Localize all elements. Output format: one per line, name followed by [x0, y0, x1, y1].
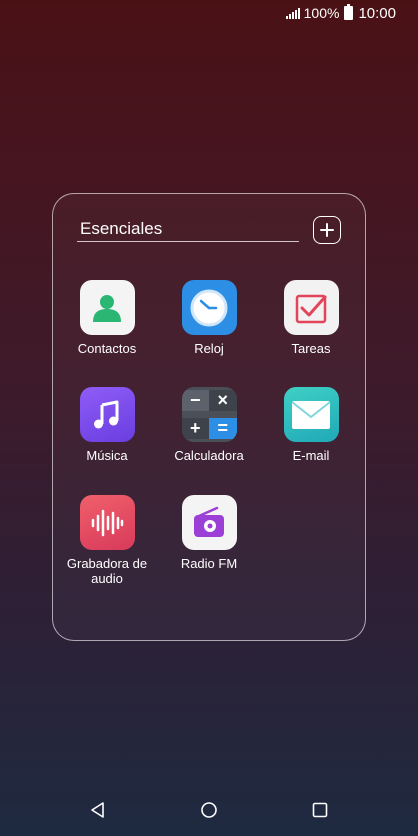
app-label: Radio FM [180, 556, 238, 571]
app-label: Tareas [291, 341, 331, 356]
app-folder: Esenciales Contactos Reloj Tareas Música… [52, 193, 366, 641]
app-clock[interactable]: Reloj [159, 280, 259, 356]
app-tasks[interactable]: Tareas [261, 280, 361, 356]
battery-percent: 100% [303, 5, 340, 21]
app-label: Calculadora [174, 448, 244, 463]
app-label: E-mail [292, 448, 330, 463]
music-icon [79, 387, 135, 442]
clock-time: 10:00 [358, 4, 396, 22]
app-label: Grabadora de audio [66, 556, 148, 586]
clock-icon [181, 280, 237, 335]
app-contacts[interactable]: Contactos [57, 280, 157, 356]
battery-icon [344, 4, 354, 20]
app-radio-fm[interactable]: Radio FM [159, 495, 259, 571]
audio-recorder-icon [79, 495, 135, 550]
home-button[interactable] [197, 798, 221, 822]
recents-icon [312, 802, 328, 818]
app-music[interactable]: Música [57, 387, 157, 463]
app-label: Música [86, 448, 128, 463]
app-calculator[interactable]: − × + = Calculadora [159, 387, 259, 463]
app-label: Reloj [194, 341, 224, 356]
app-email[interactable]: E-mail [261, 387, 361, 463]
recents-button[interactable] [308, 798, 332, 822]
status-bar: 100% 10:00 [0, 0, 418, 26]
navigation-bar [0, 784, 418, 836]
back-button[interactable] [86, 798, 110, 822]
plus-icon [320, 223, 334, 237]
app-label: Contactos [77, 341, 137, 356]
contacts-icon [79, 280, 135, 335]
app-audio-recorder[interactable]: Grabadora de audio [57, 495, 157, 586]
radio-icon [181, 495, 237, 550]
tasks-icon [283, 280, 339, 335]
folder-title[interactable]: Esenciales [77, 218, 299, 242]
add-app-button[interactable] [313, 216, 341, 244]
email-icon [283, 387, 339, 442]
back-icon [91, 802, 104, 818]
signal-icon [285, 7, 300, 19]
calculator-icon: − × + = [181, 387, 237, 442]
home-icon [201, 802, 217, 818]
